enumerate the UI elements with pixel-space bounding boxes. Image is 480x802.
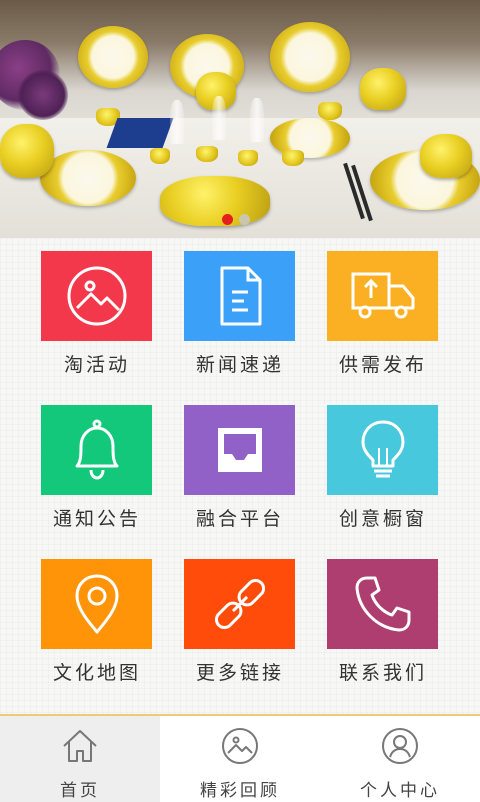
grid-label-contact: 联系我们 xyxy=(338,662,427,684)
inbox-icon xyxy=(217,428,262,472)
grid-label-supply-demand: 供需发布 xyxy=(338,354,427,376)
grid-item-activities[interactable] xyxy=(41,251,152,341)
grid-label-platform: 融合平台 xyxy=(195,508,284,530)
user-icon xyxy=(382,728,418,764)
banner-flowers xyxy=(18,70,68,120)
banner-teapot xyxy=(0,124,54,178)
grid-label-activities: 淘活动 xyxy=(63,354,130,376)
carousel-indicator xyxy=(222,214,250,225)
grid-label-more-links: 更多链接 xyxy=(195,662,284,684)
tab-label-home: 首页 xyxy=(60,781,100,801)
tab-highlights[interactable]: 精彩回顾 xyxy=(160,716,320,802)
grid-label-notices: 通知公告 xyxy=(52,508,141,530)
banner-cup xyxy=(282,150,304,166)
tab-profile[interactable]: 个人中心 xyxy=(320,716,480,802)
grid-label-creative: 创意橱窗 xyxy=(338,508,427,530)
bell-icon xyxy=(75,419,118,480)
banner-plate xyxy=(40,150,136,206)
banner-cup xyxy=(238,150,258,166)
banner-glass xyxy=(170,100,184,144)
link-icon xyxy=(214,578,265,630)
banner-cup xyxy=(150,148,170,164)
banner-cup xyxy=(318,102,342,120)
banner-tureen xyxy=(160,176,270,226)
tab-home[interactable]: 首页 xyxy=(0,716,160,802)
banner-cup xyxy=(196,146,218,162)
picture-icon xyxy=(67,266,126,326)
banner-glass xyxy=(212,96,226,140)
truck-upload-icon xyxy=(351,272,414,319)
grid-item-platform[interactable] xyxy=(184,405,295,495)
tab-label-profile: 个人中心 xyxy=(360,781,440,801)
grid-item-culture-map[interactable] xyxy=(41,559,152,649)
carousel-dot[interactable] xyxy=(239,214,250,225)
banner-napkin xyxy=(106,118,174,148)
bottom-tab-bar: 首页 精彩回顾 个人中心 xyxy=(0,714,480,802)
document-icon xyxy=(220,266,261,326)
lightbulb-icon xyxy=(361,420,404,478)
grid-label-culture-map: 文化地图 xyxy=(52,662,141,684)
grid-item-supply-demand[interactable] xyxy=(327,251,438,341)
map-pin-icon xyxy=(75,574,118,634)
grid-item-creative[interactable] xyxy=(327,405,438,495)
grid-item-more-links[interactable] xyxy=(184,559,295,649)
banner-glass xyxy=(250,98,264,142)
picture-icon xyxy=(222,728,258,764)
tab-label-highlights: 精彩回顾 xyxy=(200,781,280,801)
banner-teapot xyxy=(420,134,472,178)
banner-plate xyxy=(78,26,148,88)
grid-item-news[interactable] xyxy=(184,251,295,341)
carousel-dot-active[interactable] xyxy=(222,214,233,225)
grid-item-contact[interactable] xyxy=(327,559,438,649)
home-icon xyxy=(63,730,97,762)
phone-icon xyxy=(355,576,410,632)
banner-teapot xyxy=(360,68,406,110)
grid-item-notices[interactable] xyxy=(41,405,152,495)
banner-carousel[interactable] xyxy=(0,0,480,238)
banner-plate xyxy=(270,22,350,92)
feature-grid: 淘活动 新闻速递 供需发布 通知公告 融合平台 创意橱窗 文化地图 更多链接 联… xyxy=(0,238,480,714)
grid-label-news: 新闻速递 xyxy=(195,354,284,376)
